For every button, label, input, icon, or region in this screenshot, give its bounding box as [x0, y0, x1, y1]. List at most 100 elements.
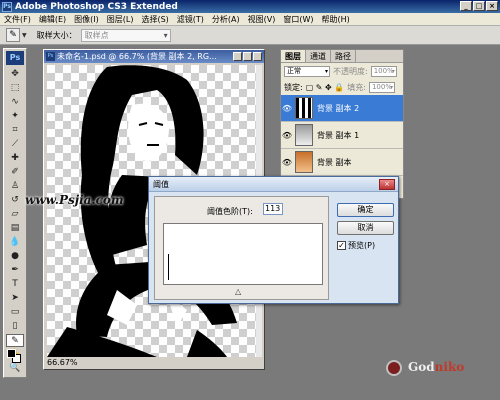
- layer-thumbnail: [295, 151, 313, 173]
- threshold-level-label: 阈值色阶(T):: [207, 207, 253, 216]
- close-icon[interactable]: ×: [486, 1, 498, 11]
- path-selection-tool-icon[interactable]: ➤: [6, 292, 24, 305]
- preview-checkbox[interactable]: ✓ 预览(P): [337, 240, 375, 251]
- eyedropper-tool-icon[interactable]: ✎: [6, 334, 24, 347]
- sample-size-label: 取样大小：: [36, 30, 77, 40]
- healing-brush-tool-icon[interactable]: ✚: [6, 152, 24, 165]
- layer-name: 背景 副本 1: [317, 130, 360, 140]
- histogram-bar: [168, 254, 169, 280]
- tool-preset-chevron-icon[interactable]: ▼: [22, 32, 27, 39]
- photoshop-icon: Ps: [2, 1, 12, 12]
- shape-tool-icon[interactable]: ▭: [6, 306, 24, 319]
- opacity-label: 不透明度:: [333, 66, 368, 76]
- lock-row: 锁定: ▢ ✎ ✥ 🔒 填充: 100%: [281, 79, 403, 95]
- brand-logo: Godniko: [408, 360, 464, 374]
- lasso-tool-icon[interactable]: ∿: [6, 96, 24, 109]
- menu-view[interactable]: 视图(V): [244, 14, 280, 25]
- document-title: 未命名-1.psd @ 66.7% (背景 副本 2, RG...: [57, 52, 217, 61]
- document-window-controls: [233, 52, 262, 61]
- eye-icon[interactable]: 👁: [281, 131, 293, 140]
- blur-tool-icon[interactable]: 💧: [6, 236, 24, 249]
- tab-layers[interactable]: 图层: [281, 50, 306, 62]
- pen-tool-icon[interactable]: ✒: [6, 264, 24, 277]
- threshold-dialog-title-bar[interactable]: 阈值: [149, 177, 398, 192]
- magic-wand-tool-icon[interactable]: ✦: [6, 110, 24, 123]
- lock-icons[interactable]: ▢ ✎ ✥ 🔒: [306, 83, 345, 92]
- marquee-tool-icon[interactable]: ⬚: [6, 82, 24, 95]
- app-title: Adobe Photoshop CS3 Extended: [15, 1, 178, 12]
- maximize-icon[interactable]: □: [473, 1, 485, 11]
- sample-size-select[interactable]: 取样点: [80, 28, 171, 42]
- doc-close-icon[interactable]: [253, 52, 262, 61]
- minimize-icon[interactable]: _: [460, 1, 472, 11]
- layers-panel-tabs: 图层 通道 路径: [281, 50, 403, 63]
- foreground-color-swatch[interactable]: [7, 349, 16, 358]
- document-ps-icon: Ps: [46, 52, 55, 61]
- brand-logo-main: God: [408, 360, 435, 374]
- threshold-slider-handle-icon[interactable]: △: [235, 287, 241, 296]
- slice-tool-icon[interactable]: ⟋: [6, 138, 24, 151]
- menu-select[interactable]: 选择(S): [137, 14, 172, 25]
- blend-mode-select[interactable]: 正常: [284, 65, 330, 77]
- move-tool-icon[interactable]: ✥: [6, 68, 24, 81]
- tab-paths[interactable]: 路径: [331, 50, 356, 62]
- preview-label: 预览(P): [348, 241, 376, 250]
- app-title-bar: Ps Adobe Photoshop CS3 Extended _ □ ×: [0, 0, 500, 13]
- eye-icon[interactable]: 👁: [281, 104, 293, 113]
- zoom-status[interactable]: 66.67%: [47, 357, 78, 367]
- histogram: [163, 223, 323, 285]
- toolbox: Ps ✥ ⬚ ∿ ✦ ⌗ ⟋ ✚ ✐ ♙ ↺ ▱ ▤ 💧 ● ✒ T ➤ ▭ ▯…: [3, 48, 27, 378]
- menu-bar: 文件(F) 编辑(E) 图像(I) 图层(L) 选择(S) 滤镜(T) 分析(A…: [0, 13, 500, 26]
- lock-label: 锁定:: [284, 82, 303, 92]
- layer-row[interactable]: 👁 背景 副本 2: [281, 95, 403, 122]
- menu-edit[interactable]: 编辑(E): [35, 14, 70, 25]
- threshold-level-input[interactable]: 113: [263, 203, 283, 215]
- layer-row[interactable]: 👁 背景 副本: [281, 149, 403, 176]
- brand-logo-icon: [386, 360, 402, 376]
- layer-thumbnail: [295, 124, 313, 146]
- blend-row: 正常 不透明度: 100%: [281, 63, 403, 79]
- menu-filter[interactable]: 滤镜(T): [173, 14, 208, 25]
- eye-icon[interactable]: 👁: [281, 158, 293, 167]
- brand-logo-accent: niko: [434, 360, 465, 374]
- ok-button[interactable]: 确定: [337, 203, 394, 217]
- doc-minimize-icon[interactable]: [233, 52, 242, 61]
- document-title-bar[interactable]: Ps 未命名-1.psd @ 66.7% (背景 副本 2, RG...: [44, 50, 264, 63]
- menu-help[interactable]: 帮助(H): [318, 14, 354, 25]
- clone-stamp-tool-icon[interactable]: ♙: [6, 180, 24, 193]
- site-watermark: www.Psjia.com: [25, 193, 124, 207]
- window-controls: _ □ ×: [460, 1, 498, 11]
- crop-tool-icon[interactable]: ⌗: [6, 124, 24, 137]
- dodge-tool-icon[interactable]: ●: [6, 250, 24, 263]
- fill-label: 填充:: [347, 82, 366, 92]
- layer-thumbnail: [295, 97, 313, 119]
- layer-row[interactable]: 👁 背景 副本 1: [281, 122, 403, 149]
- threshold-controls: 阈值色阶(T): 113 △: [154, 196, 329, 300]
- zoom-tool-icon[interactable]: 🔍: [6, 362, 24, 375]
- opacity-field[interactable]: 100%: [370, 65, 397, 77]
- tab-channels[interactable]: 通道: [306, 50, 331, 62]
- history-brush-tool-icon[interactable]: ↺: [6, 194, 24, 207]
- menu-analysis[interactable]: 分析(A): [208, 14, 244, 25]
- fill-field[interactable]: 100%: [368, 81, 395, 93]
- eraser-tool-icon[interactable]: ▱: [6, 208, 24, 221]
- options-bar: ✎ ▼ 取样大小： 取样点: [0, 26, 500, 45]
- type-tool-icon[interactable]: T: [6, 278, 24, 291]
- menu-layer[interactable]: 图层(L): [103, 14, 138, 25]
- layer-name: 背景 副本 2: [317, 103, 360, 113]
- ps-logo: Ps: [6, 51, 24, 65]
- cancel-button[interactable]: 取消: [337, 221, 394, 235]
- threshold-dialog: 阈值 × 阈值色阶(T): 113 △ 确定 取消 ✓ 预览(P): [148, 176, 399, 304]
- close-icon[interactable]: ×: [379, 179, 395, 190]
- eyedropper-icon[interactable]: ✎: [6, 28, 20, 42]
- brush-tool-icon[interactable]: ✐: [6, 166, 24, 179]
- checkbox-checked-icon[interactable]: ✓: [337, 241, 346, 250]
- menu-window[interactable]: 窗口(W): [279, 14, 317, 25]
- dialog-title: 阈值: [153, 179, 169, 189]
- layer-name: 背景 副本: [317, 157, 352, 167]
- doc-maximize-icon[interactable]: [243, 52, 252, 61]
- menu-file[interactable]: 文件(F): [0, 14, 35, 25]
- menu-image[interactable]: 图像(I): [70, 14, 103, 25]
- gradient-tool-icon[interactable]: ▤: [6, 222, 24, 235]
- notes-tool-icon[interactable]: ▯: [6, 320, 24, 333]
